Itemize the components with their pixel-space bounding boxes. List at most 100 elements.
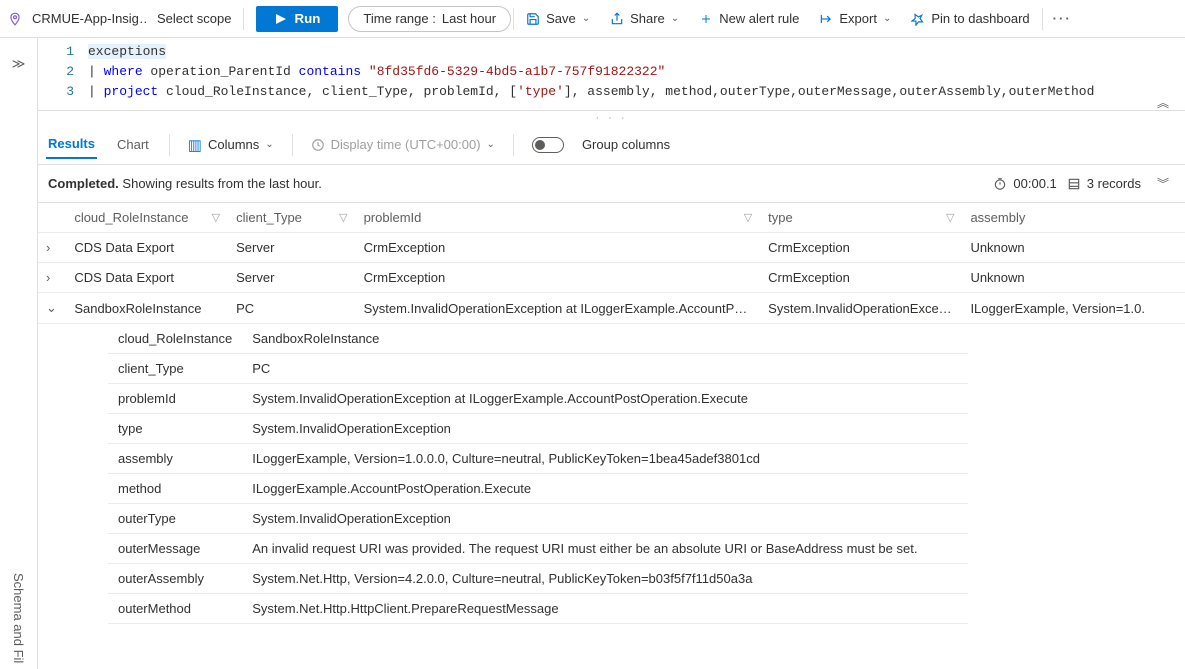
new-alert-button[interactable]: New alert rule <box>689 0 809 37</box>
detail-value: ILoggerExample, Version=1.0.0.0, Culture… <box>242 444 968 474</box>
row-expander[interactable]: › <box>38 263 66 293</box>
detail-key: assembly <box>108 444 242 474</box>
filter-icon[interactable]: ▽ <box>339 211 347 224</box>
row-expander[interactable]: › <box>38 233 66 263</box>
detail-value: ILoggerExample.AccountPostOperation.Exec… <box>242 474 968 504</box>
more-button[interactable]: ··· <box>1045 11 1080 26</box>
tab-chart[interactable]: Chart <box>115 131 151 158</box>
clock-icon <box>311 138 325 152</box>
columns-label: Columns <box>208 137 259 152</box>
expand-rail-button[interactable]: ≫ <box>12 56 26 72</box>
share-label: Share <box>630 11 665 26</box>
cell: Unknown <box>962 263 1185 293</box>
app-name[interactable]: CRMUE-App-Insig… <box>22 0 147 37</box>
pin-icon <box>911 12 925 26</box>
table-row[interactable]: ›CDS Data ExportServerCrmExceptionCrmExc… <box>38 263 1185 293</box>
group-columns-label: Group columns <box>582 137 670 152</box>
time-range-value: Last hour <box>442 11 496 26</box>
toolbar-separator <box>513 8 514 30</box>
row-detail: cloud_RoleInstanceSandboxRoleInstancecli… <box>38 324 1185 624</box>
share-button[interactable]: Share ⌄ <box>600 0 689 37</box>
detail-key: outerMessage <box>108 534 242 564</box>
chevron-down-icon: ⌄ <box>265 139 273 150</box>
chevron-down-icon: ⌄ <box>883 13 891 24</box>
detail-key: outerAssembly <box>108 564 242 594</box>
detail-value: System.InvalidOperationException <box>242 504 968 534</box>
display-time-dropdown[interactable]: Display time (UTC+00:00) ⌄ <box>311 137 495 152</box>
resize-handle[interactable]: · · · <box>38 111 1185 125</box>
status-timer: 00:00.1 <box>993 176 1056 191</box>
detail-row: cloud_RoleInstanceSandboxRoleInstance <box>108 324 968 354</box>
col-header[interactable]: cloud_RoleInstance▽ <box>66 203 228 233</box>
group-columns-toggle[interactable] <box>532 137 564 153</box>
filter-icon[interactable]: ▽ <box>212 211 220 224</box>
columns-dropdown[interactable]: ▥ Columns ⌄ <box>188 136 274 154</box>
cell: System.InvalidOperationException at ILog… <box>356 293 761 324</box>
results-table: cloud_RoleInstance▽ client_Type▽ problem… <box>38 203 1185 324</box>
cell: Server <box>228 233 355 263</box>
table-row[interactable]: ⌄SandboxRoleInstancePCSystem.InvalidOper… <box>38 293 1185 324</box>
detail-key: problemId <box>108 384 242 414</box>
col-header[interactable]: assembly <box>962 203 1185 233</box>
detail-value: System.InvalidOperationException <box>242 414 968 444</box>
col-header[interactable]: problemId▽ <box>356 203 761 233</box>
run-button[interactable]: Run <box>256 6 338 32</box>
detail-row: assemblyILoggerExample, Version=1.0.0.0,… <box>108 444 968 474</box>
detail-value: An invalid request URI was provided. The… <box>242 534 968 564</box>
editor-gutter: 123 <box>38 42 88 102</box>
status-records: 3 records <box>1067 176 1141 191</box>
col-header[interactable]: type▽ <box>760 203 962 233</box>
table-header-row: cloud_RoleInstance▽ client_Type▽ problem… <box>38 203 1185 233</box>
detail-row: outerMessageAn invalid request URI was p… <box>108 534 968 564</box>
detail-key: outerType <box>108 504 242 534</box>
detail-value: SandboxRoleInstance <box>242 324 968 354</box>
detail-key: client_Type <box>108 354 242 384</box>
export-label: Export <box>839 11 877 26</box>
share-icon <box>610 12 624 26</box>
col-header[interactable]: client_Type▽ <box>228 203 355 233</box>
detail-row: problemIdSystem.InvalidOperationExceptio… <box>108 384 968 414</box>
pin-dashboard-button[interactable]: Pin to dashboard <box>901 0 1039 37</box>
chevron-down-icon: ⌄ <box>582 13 590 24</box>
cell: CDS Data Export <box>66 233 228 263</box>
select-scope-link[interactable]: Select scope <box>147 0 241 37</box>
detail-row: typeSystem.InvalidOperationException <box>108 414 968 444</box>
detail-row: outerTypeSystem.InvalidOperationExceptio… <box>108 504 968 534</box>
chevron-down-icon: ⌄ <box>487 139 495 150</box>
expand-status-button[interactable]: ︾ <box>1151 175 1175 192</box>
display-time-label: Display time (UTC+00:00) <box>331 137 481 152</box>
cell: System.InvalidOperationExce… <box>760 293 962 324</box>
detail-value: PC <box>242 354 968 384</box>
status-bar: Completed. Showing results from the last… <box>38 165 1185 202</box>
export-button[interactable]: Export ⌄ <box>809 0 901 37</box>
row-expander[interactable]: ⌄ <box>38 293 66 324</box>
table-row[interactable]: ›CDS Data ExportServerCrmExceptionCrmExc… <box>38 233 1185 263</box>
cell: CrmException <box>760 263 962 293</box>
toolbar-separator <box>243 8 244 30</box>
cell: Unknown <box>962 233 1185 263</box>
collapse-editor-button[interactable]: ︽ <box>1157 94 1169 111</box>
detail-key: cloud_RoleInstance <box>108 324 242 354</box>
cell: CrmException <box>760 233 962 263</box>
time-range-selector[interactable]: Time range : Last hour <box>348 6 511 32</box>
filter-icon[interactable]: ▽ <box>946 211 954 224</box>
results-toolbar: Results Chart ▥ Columns ⌄ Display time (… <box>38 125 1185 165</box>
pin-label: Pin to dashboard <box>931 11 1029 26</box>
detail-key: outerMethod <box>108 594 242 624</box>
results-table-wrap: cloud_RoleInstance▽ client_Type▽ problem… <box>38 202 1185 624</box>
filter-icon[interactable]: ▽ <box>744 211 752 224</box>
detail-row: methodILoggerExample.AccountPostOperatio… <box>108 474 968 504</box>
tab-results[interactable]: Results <box>46 130 97 159</box>
detail-key: type <box>108 414 242 444</box>
save-button[interactable]: Save ⌄ <box>516 0 600 37</box>
save-icon <box>526 12 540 26</box>
chevron-down-icon: ⌄ <box>671 13 679 24</box>
toolbar-separator <box>513 134 514 156</box>
cell: CrmException <box>356 233 761 263</box>
editor-code[interactable]: exceptions | where operation_ParentId co… <box>88 42 1185 102</box>
cell: SandboxRoleInstance <box>66 293 228 324</box>
left-rail: ≫ Schema and Fil <box>0 38 38 669</box>
cell: PC <box>228 293 355 324</box>
query-editor[interactable]: 123 exceptions | where operation_ParentI… <box>38 38 1185 111</box>
detail-key: method <box>108 474 242 504</box>
